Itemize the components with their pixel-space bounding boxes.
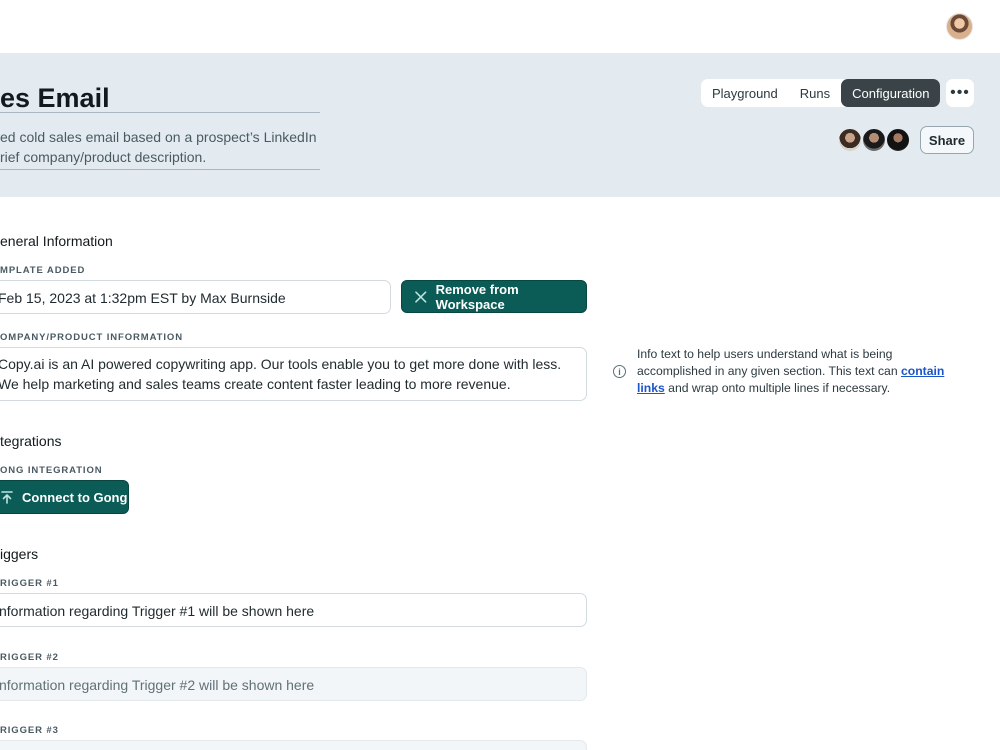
- connect-to-gong-button[interactable]: Connect to Gong: [0, 480, 129, 514]
- user-avatar[interactable]: [946, 13, 973, 40]
- trigger-1-field[interactable]: nformation regarding Trigger #1 will be …: [0, 593, 587, 627]
- share-button[interactable]: Share: [920, 126, 974, 154]
- description-underline: [0, 169, 320, 170]
- description-line-2: rief company/product description.: [0, 149, 207, 165]
- more-icon: •••: [950, 84, 970, 101]
- view-tabs: Playground Runs Configuration: [701, 79, 941, 107]
- remove-from-workspace-button[interactable]: Remove from Workspace: [401, 280, 587, 313]
- description-line-1: ed cold sales email based on a prospect’…: [0, 129, 317, 145]
- tab-configuration[interactable]: Configuration: [841, 79, 941, 107]
- company-info-label: OMPANY/PRODUCT INFORMATION: [0, 332, 183, 343]
- trigger-1-value: nformation regarding Trigger #1 will be …: [0, 603, 315, 619]
- collaborator-avatar-2[interactable]: [861, 127, 887, 153]
- gong-integration-label: ONG INTEGRATION: [0, 465, 103, 476]
- trigger-3-field[interactable]: [0, 740, 587, 750]
- info-text-tail: and wrap onto multiple lines if necessar…: [664, 381, 891, 395]
- connect-button-label: Connect to Gong: [22, 489, 128, 505]
- page-header: es Email ed cold sales email based on a …: [0, 53, 1000, 197]
- template-added-field[interactable]: Feb 15, 2023 at 1:32pm EST by Max Burnsi…: [0, 280, 391, 314]
- more-options-button[interactable]: •••: [946, 79, 974, 107]
- section-title-integrations: tegrations: [0, 433, 62, 449]
- title-underline: [0, 112, 320, 113]
- trigger-2-field[interactable]: nformation regarding Trigger #2 will be …: [0, 667, 587, 701]
- section-title-general: eneral Information: [0, 233, 113, 249]
- info-text: Info text to help users understand what …: [637, 346, 957, 397]
- section-title-triggers: iggers: [0, 546, 39, 562]
- info-text-body: Info text to help users understand what …: [637, 347, 901, 378]
- tab-runs[interactable]: Runs: [789, 79, 841, 107]
- close-icon: [415, 290, 427, 303]
- trigger-2-label: RIGGER #2: [0, 652, 59, 663]
- trigger-3-label: RIGGER #3: [0, 725, 59, 736]
- tab-playground[interactable]: Playground: [701, 79, 789, 107]
- remove-button-label: Remove from Workspace: [435, 281, 519, 312]
- page-title: es Email: [0, 83, 110, 113]
- trigger-2-value: nformation regarding Trigger #2 will be …: [0, 677, 315, 693]
- company-info-line-1: Copy.ai is an AI powered copywriting app…: [0, 356, 562, 372]
- info-icon: i: [613, 365, 626, 378]
- trigger-1-label: RIGGER #1: [0, 578, 59, 589]
- collaborator-avatar-1[interactable]: [837, 127, 863, 153]
- page-description: ed cold sales email based on a prospect’…: [0, 127, 320, 167]
- top-bar: [0, 0, 1000, 53]
- template-added-label: MPLATE ADDED: [0, 265, 86, 276]
- collaborator-avatar-3[interactable]: [885, 127, 911, 153]
- upload-icon: [1, 490, 13, 504]
- template-added-value: Feb 15, 2023 at 1:32pm EST by Max Burnsi…: [0, 290, 286, 306]
- company-info-field[interactable]: Copy.ai is an AI powered copywriting app…: [0, 347, 587, 401]
- company-info-line-2: We help marketing and sales teams create…: [0, 376, 511, 392]
